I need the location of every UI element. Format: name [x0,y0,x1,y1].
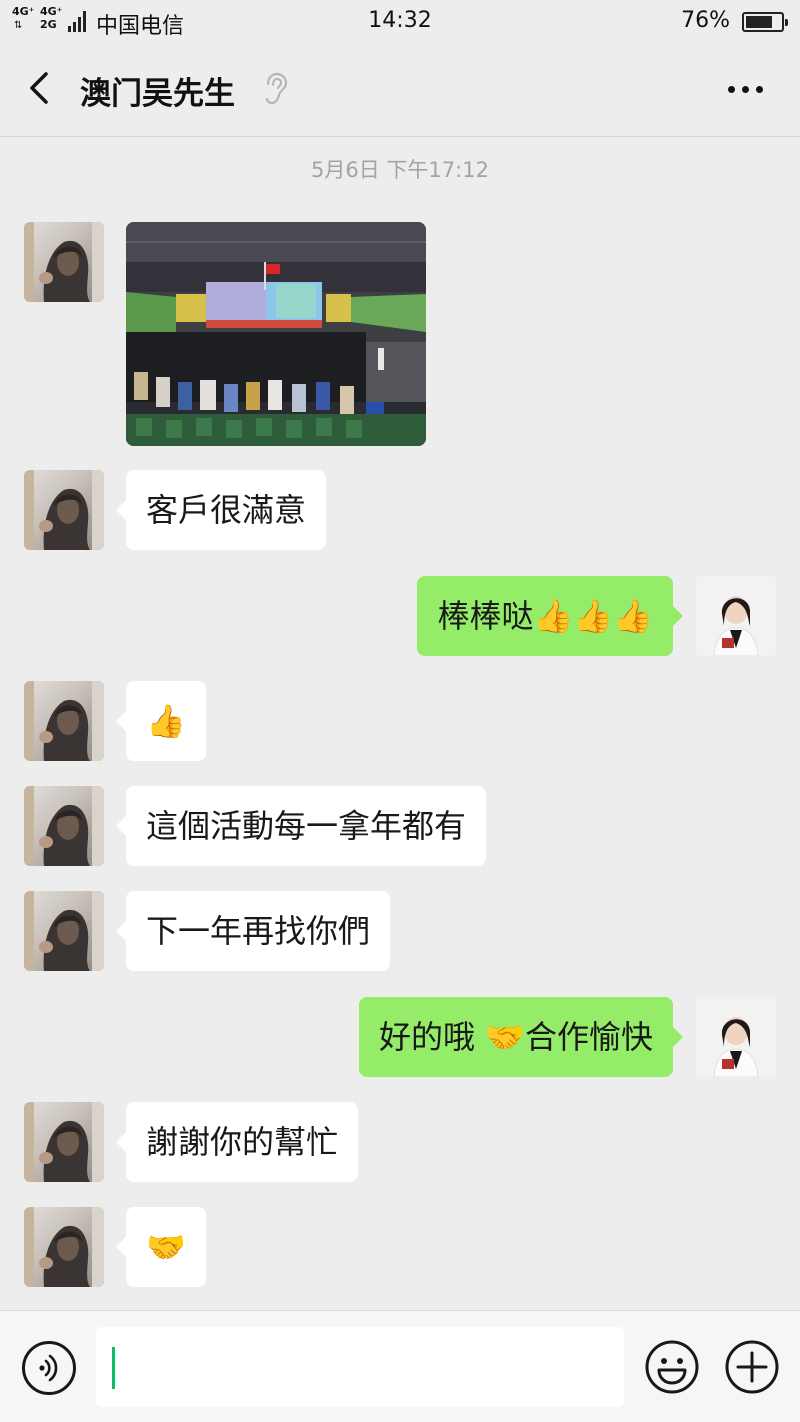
input-bar [0,1310,800,1422]
voice-input-icon[interactable] [22,1341,76,1395]
contact-avatar[interactable] [24,1207,104,1287]
contact-avatar[interactable] [24,681,104,761]
status-bar: 4G⁺ 4G⁺ 2G ⇅ 中国电信 14:32 76% [0,0,800,42]
message-bubble-outgoing[interactable]: 棒棒哒👍👍👍 [417,576,683,656]
message-bubble-outgoing[interactable]: 好的哦 🤝合作愉快 [358,997,684,1077]
message-bubble-incoming[interactable]: 👍 [116,681,206,761]
emoji-icon[interactable] [644,1339,700,1395]
message-bubble-incoming[interactable]: 🤝 [116,1207,206,1287]
more-dots-icon[interactable] [720,72,770,106]
message-bubble-incoming[interactable]: 下一年再找你們 [115,891,391,971]
contact-avatar[interactable] [24,786,104,866]
battery-fill [746,16,772,28]
text-caret [112,1347,115,1389]
message-timestamp: 5月6日 下午17:12 [311,158,489,182]
message-input[interactable] [96,1327,624,1407]
message-bubble-incoming[interactable]: 客戶很滿意 [115,470,327,550]
status-time: 14:32 [368,8,432,33]
shared-photo[interactable] [126,222,426,446]
contact-avatar[interactable] [24,222,104,302]
message-bubble-incoming[interactable]: 這個活動每一拿年都有 [115,786,487,866]
battery-percent: 76% [681,8,730,33]
chat-header: 澳门吴先生 [0,42,800,137]
my-avatar[interactable] [696,576,776,656]
plus-icon[interactable] [724,1339,780,1395]
contact-name[interactable]: 澳门吴先生 [80,68,235,113]
contact-avatar[interactable] [24,891,104,971]
battery-icon [742,12,788,32]
message-bubble-incoming[interactable]: 謝謝你的幫忙 [115,1102,359,1182]
chevron-left-icon[interactable] [22,66,62,110]
contact-avatar[interactable] [24,1102,104,1182]
earpiece-mode-icon [262,72,288,106]
contact-avatar[interactable] [24,470,104,550]
my-avatar[interactable] [696,997,776,1077]
